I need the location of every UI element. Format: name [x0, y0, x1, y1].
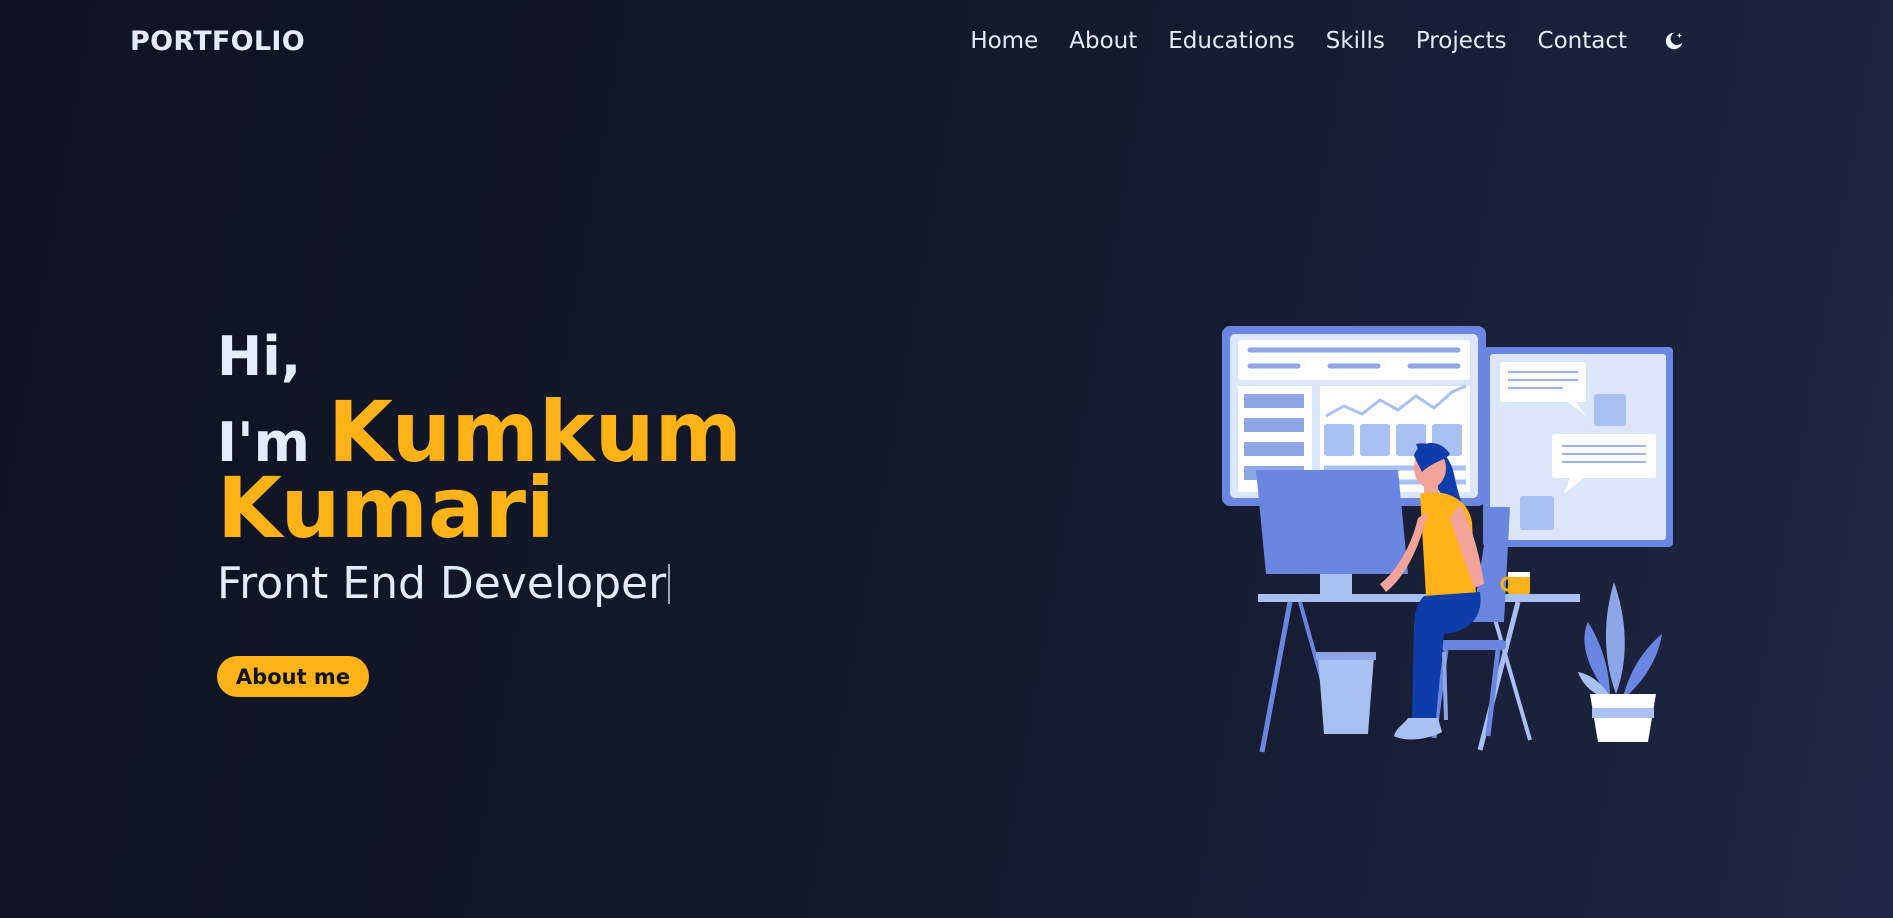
- nav-item-skills[interactable]: Skills: [1326, 28, 1385, 54]
- nav-menu: Home About Educations Skills Projects Co…: [939, 28, 1687, 54]
- hero-section: Hi, I'm Kumkum Kumari Front End Develope…: [217, 322, 742, 609]
- navbar: PORTFOLIO Home About Educations Skills P…: [0, 0, 1893, 90]
- moon-icon: [1665, 32, 1683, 50]
- theme-toggle-button[interactable]: [1661, 28, 1687, 54]
- greeting: Hi,: [217, 325, 302, 388]
- developer-illustration: [1218, 322, 1674, 756]
- logo[interactable]: PORTFOLIO: [130, 26, 305, 57]
- role-typing: Front End Developer: [217, 558, 742, 609]
- developer-at-desk-illustration: [1222, 326, 1673, 753]
- typing-cursor: [668, 563, 671, 604]
- nav-item-contact[interactable]: Contact: [1538, 28, 1627, 54]
- about-me-button[interactable]: About me: [217, 656, 369, 697]
- role-text: Front End Developer: [217, 558, 667, 609]
- nav-item-educations[interactable]: Educations: [1168, 28, 1295, 54]
- nav-item-home[interactable]: Home: [970, 28, 1038, 54]
- nav-item-about[interactable]: About: [1069, 28, 1137, 54]
- nav-item-projects[interactable]: Projects: [1416, 28, 1507, 54]
